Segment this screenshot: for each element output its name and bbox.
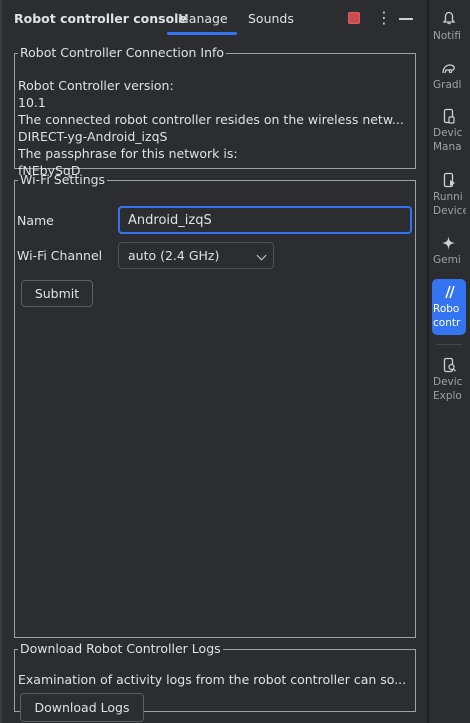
- info-line-version: 10.1: [18, 95, 46, 110]
- submit-button[interactable]: Submit: [21, 280, 93, 307]
- info-line-passphrase-label: The passphrase for this network is:: [18, 146, 238, 161]
- download-logs-legend: Download Robot Controller Logs: [20, 641, 221, 656]
- chevron-down-icon: [256, 250, 267, 261]
- strip-item-running-devices[interactable]: Runni Device: [432, 168, 466, 222]
- wifi-channel-label: Wi-Fi Channel: [17, 248, 103, 263]
- strip-label-robot-controller-2: contr: [433, 317, 461, 329]
- stop-icon[interactable]: [348, 12, 360, 24]
- strip-label-robot-controller-1: Robo: [433, 303, 460, 315]
- connection-info-group: Robot Controller Connection Info Robot C…: [14, 45, 416, 178]
- gradle-icon: [442, 64, 455, 74]
- name-input[interactable]: [118, 206, 412, 234]
- strip-label-notifications: Notifi: [433, 30, 461, 42]
- device-manager-icon: [443, 108, 455, 124]
- tab-sounds[interactable]: Sounds: [248, 11, 294, 26]
- bell-icon: [442, 11, 456, 25]
- robot-controller-console-panel: Robot controller console Manage Sounds ⋮…: [0, 0, 427, 723]
- name-label: Name: [17, 213, 54, 228]
- strip-label-gemini: Gemi: [433, 254, 461, 266]
- strip-label-running-devices-2: Device: [433, 205, 466, 217]
- connection-info-legend: Robot Controller Connection Info: [20, 45, 225, 60]
- strip-item-notifications[interactable]: Notifi: [432, 6, 466, 46]
- download-logs-button[interactable]: Download Logs: [20, 693, 144, 722]
- minimize-icon[interactable]: [399, 18, 413, 20]
- robot-controller-icon: [445, 285, 455, 299]
- left-edge-border: [0, 0, 2, 723]
- strip-item-device-explorer[interactable]: Devic Explo: [432, 352, 466, 406]
- strip-label-gradle: Gradl: [433, 79, 462, 91]
- gemini-icon: [442, 236, 455, 250]
- tool-window-title: Robot controller console: [14, 11, 187, 26]
- strip-label-device-explorer-2: Explo: [433, 390, 462, 402]
- wifi-channel-value: auto (2.4 GHz): [128, 248, 220, 263]
- strip-item-robot-controller[interactable]: Robo contr: [432, 279, 466, 335]
- wifi-channel-select[interactable]: auto (2.4 GHz): [118, 242, 274, 269]
- device-explorer-icon: [443, 357, 456, 373]
- strip-item-gemini[interactable]: Gemi: [432, 232, 466, 270]
- right-tool-strip: Notifi Gradl Devic Mana Runni Device Gem…: [429, 0, 470, 723]
- strip-label-running-devices-1: Runni: [433, 191, 463, 203]
- strip-label-device-explorer-1: Devic: [433, 376, 463, 388]
- tab-manage[interactable]: Manage: [178, 11, 228, 26]
- strip-item-gradle[interactable]: Gradl: [432, 58, 466, 94]
- strip-separator: [436, 344, 462, 345]
- strip-label-device-manager-2: Mana: [433, 141, 462, 153]
- tool-window-header: Robot controller console Manage Sounds ⋮: [0, 0, 427, 38]
- info-line-network-name: DIRECT-yg-Android_izqS: [18, 129, 168, 144]
- strip-item-device-manager[interactable]: Devic Mana: [432, 104, 466, 158]
- active-tab-indicator: [167, 32, 237, 35]
- download-logs-group: Download Robot Controller Logs Examinati…: [14, 641, 416, 722]
- wifi-settings-legend: Wi-Fi Settings: [20, 172, 106, 187]
- wifi-settings-group: Wi-Fi Settings Name Wi-Fi Channel auto (…: [14, 173, 416, 638]
- info-line-network-desc: The connected robot controller resides o…: [18, 112, 404, 127]
- strip-label-device-manager-1: Devic: [433, 127, 463, 139]
- logs-description: Examination of activity logs from the ro…: [18, 672, 407, 687]
- running-devices-icon: [443, 172, 455, 188]
- info-line-version-label: Robot Controller version:: [18, 78, 174, 93]
- more-vertical-icon[interactable]: ⋮: [376, 9, 392, 27]
